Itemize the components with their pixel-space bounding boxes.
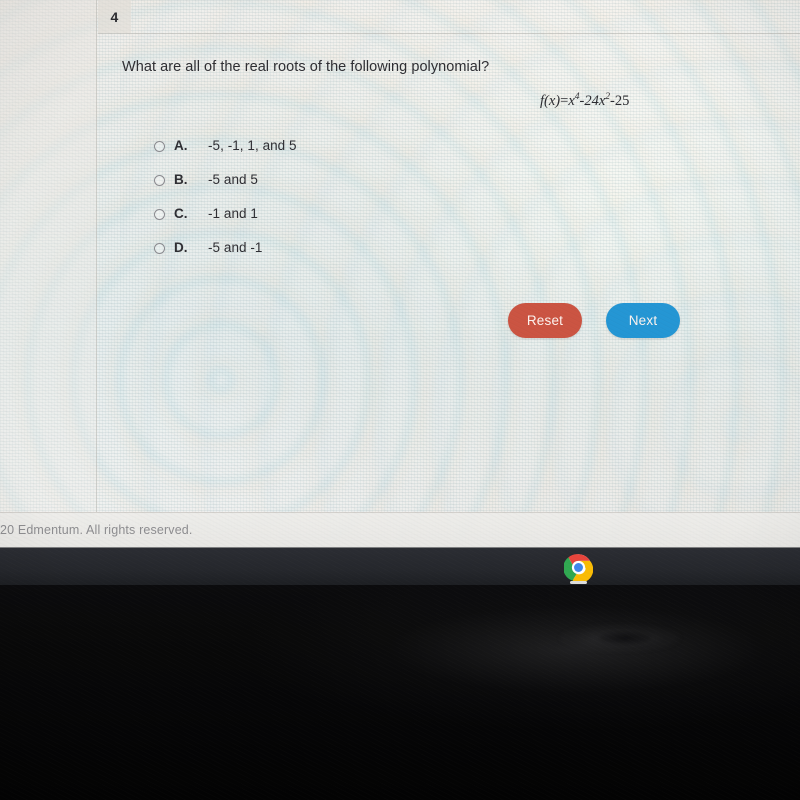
monitor-screen: 4 What are all of the real roots of the … — [0, 0, 800, 547]
radio-button-d[interactable] — [154, 243, 165, 254]
page-footer: 20 Edmentum. All rights reserved. — [0, 512, 800, 547]
option-letter-d: D. — [174, 240, 188, 255]
polynomial-equation: f(x)=x4-24x2-25 — [540, 92, 629, 110]
answer-option-a[interactable]: A. -5, -1, 1, and 5 — [154, 138, 484, 172]
taskbar-shelf[interactable] — [0, 547, 800, 585]
answer-option-c[interactable]: C. -1 and 1 — [154, 206, 484, 240]
option-letter-b: B. — [174, 172, 188, 187]
copyright-text: 20 Edmentum. All rights reserved. — [0, 523, 193, 537]
action-button-group: Reset Next — [508, 303, 680, 338]
equation-function-name: f(x) — [540, 92, 561, 109]
next-button[interactable]: Next — [606, 303, 680, 338]
header-divider — [98, 33, 800, 34]
laptop-body — [0, 585, 800, 800]
question-number-badge: 4 — [98, 0, 131, 33]
option-text-b: -5 and 5 — [208, 172, 258, 187]
bezel-reflection-core — [598, 631, 652, 645]
equation-term2-coefficient: 24x — [584, 92, 606, 109]
option-text-c: -1 and 1 — [208, 206, 258, 221]
question-number-label: 4 — [110, 8, 119, 25]
option-letter-a: A. — [174, 138, 188, 153]
option-text-d: -5 and -1 — [208, 240, 263, 255]
photo-of-laptop-screen: 4 What are all of the real roots of the … — [0, 0, 800, 800]
option-letter-c: C. — [174, 206, 188, 221]
radio-button-a[interactable] — [154, 141, 165, 152]
answer-option-d[interactable]: D. -5 and -1 — [154, 240, 484, 274]
question-prompt: What are all of the real roots of the fo… — [122, 59, 490, 75]
radio-button-b[interactable] — [154, 175, 165, 186]
answer-options-list: A. -5, -1, 1, and 5 B. -5 and 5 C. -1 an… — [154, 138, 484, 274]
reset-button[interactable]: Reset — [508, 303, 582, 338]
equation-term3: 25 — [614, 92, 630, 109]
page-left-gutter — [0, 0, 97, 512]
answer-option-b[interactable]: B. -5 and 5 — [154, 172, 484, 206]
radio-button-c[interactable] — [154, 209, 165, 220]
option-text-a: -5, -1, 1, and 5 — [208, 138, 297, 153]
active-app-indicator — [570, 581, 587, 584]
chrome-icon[interactable] — [562, 551, 595, 584]
